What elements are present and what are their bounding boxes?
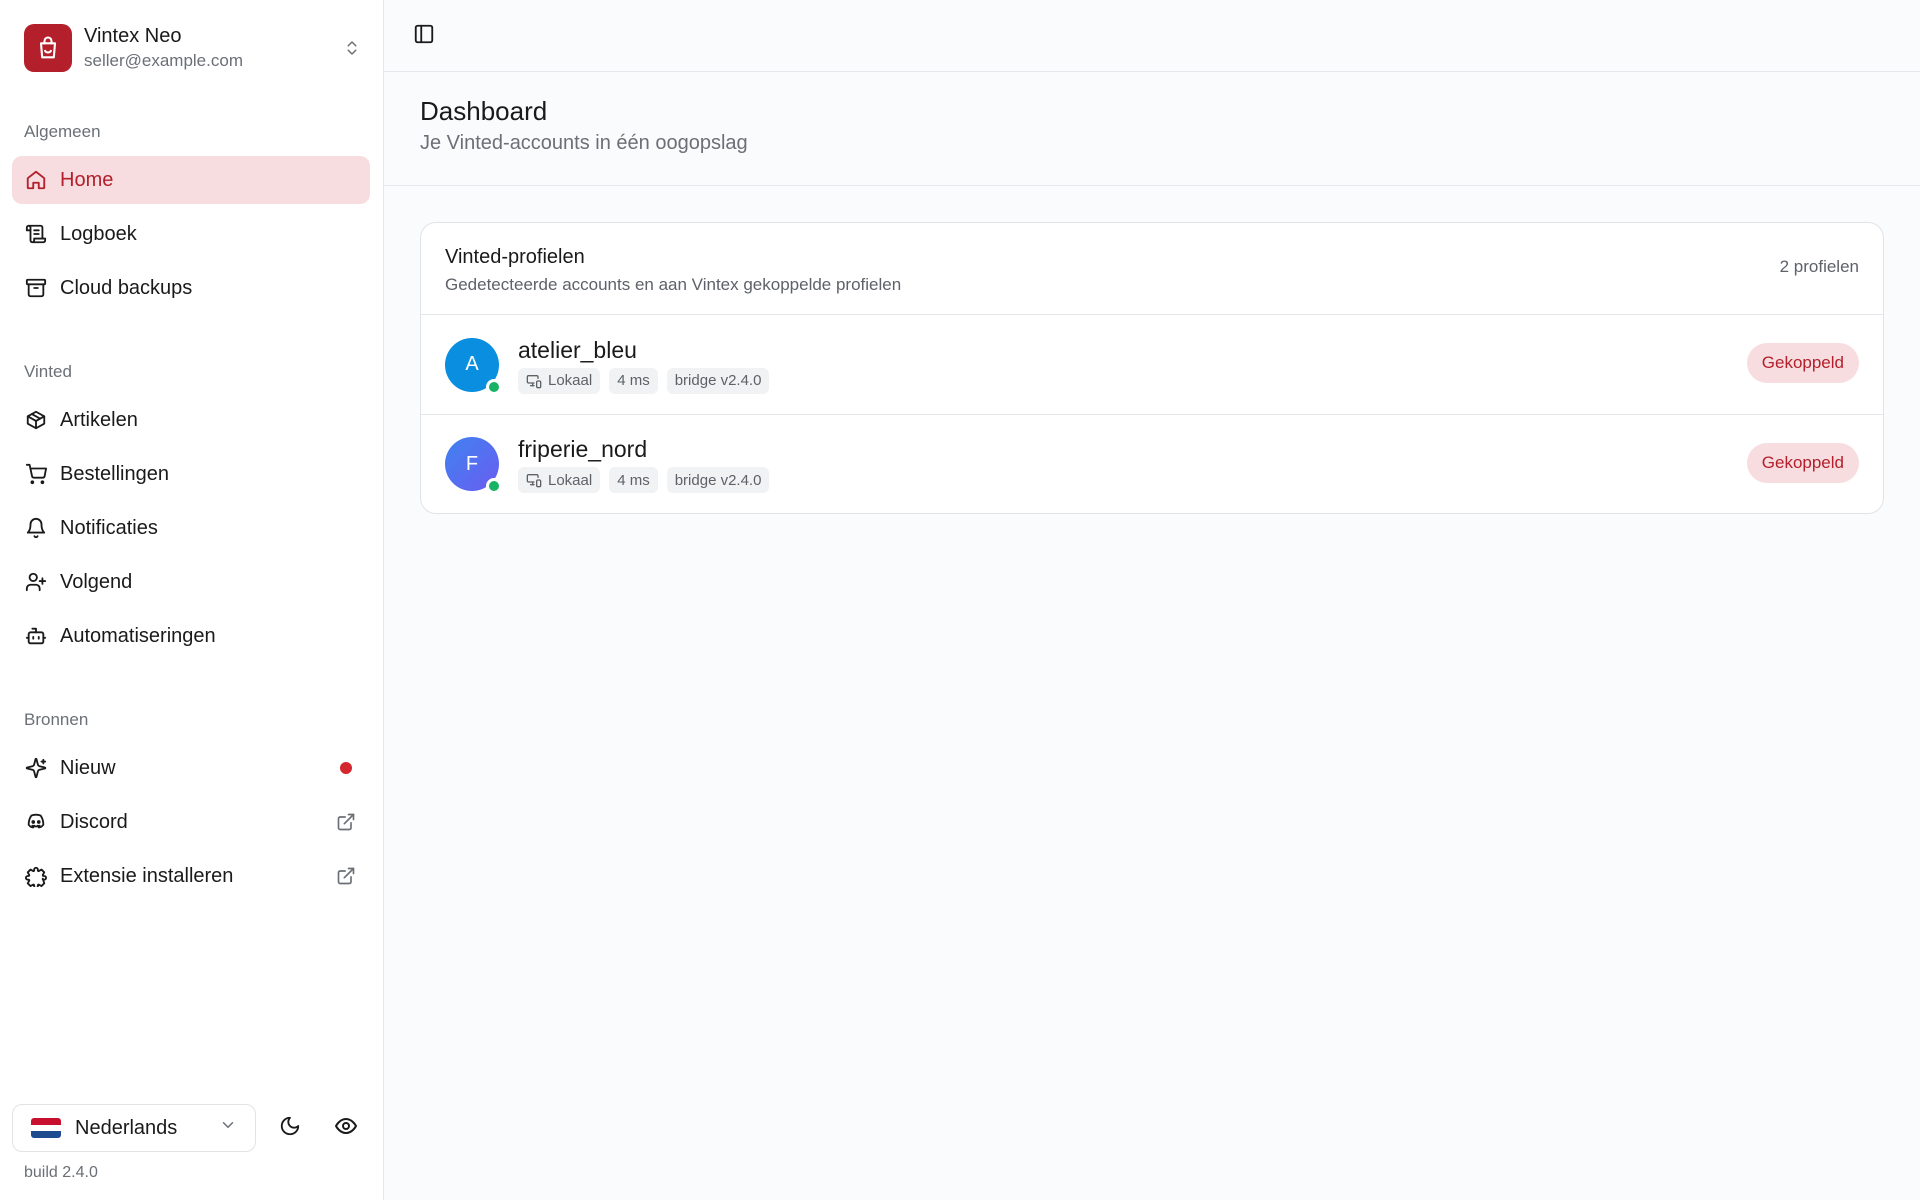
sidebar-item-log[interactable]: Logboek [12, 210, 370, 258]
theme-toggle-button[interactable] [270, 1108, 310, 1148]
chevron-down-icon [219, 1116, 237, 1140]
sidebar-item-new[interactable]: Nieuw [12, 744, 370, 792]
sidebar-item-label: Extensie installeren [60, 864, 234, 887]
avatar: A [445, 337, 502, 395]
shopping-bag-logo-icon [24, 24, 72, 72]
top-bar [384, 0, 1920, 72]
sidebar-item-label: Nieuw [60, 756, 116, 779]
visibility-toggle-button[interactable] [326, 1108, 366, 1148]
sidebar-item-following[interactable]: Volgend [12, 558, 370, 606]
sidebar-item-label: Cloud backups [60, 276, 193, 299]
sidebar-item-notifications[interactable]: Notificaties [12, 504, 370, 552]
build-version: build 2.4.0 [24, 1164, 98, 1181]
profiles-card-header: Vinted-profielen Gedetecteerde accounts … [421, 223, 1883, 315]
profiles-card-title: Vinted-profielen [445, 246, 585, 268]
avatar: F [445, 437, 502, 494]
sidebar-item-discord[interactable]: Discord [12, 798, 370, 846]
sidebar-item-home[interactable]: Home [12, 156, 370, 204]
profile-name: friperie_nord [518, 436, 648, 462]
avatar-initial: F [465, 452, 479, 475]
user-plus-icon [24, 570, 48, 594]
sidebar-item-label: Bestellingen [60, 462, 169, 485]
bot-icon [24, 624, 48, 648]
section-label-vinted: Vinted [24, 362, 72, 381]
bell-icon [24, 516, 48, 540]
sidebar-item-label: Automatiseringen [60, 624, 216, 647]
language-select[interactable]: Nederlands [12, 1104, 256, 1152]
profile-row[interactable]: F friperie_nord Lokaal 4 ms bridge v2.4.… [421, 414, 1883, 513]
package-icon [24, 408, 48, 432]
unread-dot [334, 756, 358, 780]
discord-icon [24, 810, 48, 834]
sidebar-item-label: Artikelen [60, 408, 138, 431]
moon-icon [279, 1115, 301, 1142]
profiles-count: 2 profielen [1779, 257, 1859, 276]
sidebar-item-label: Volgend [60, 570, 133, 593]
sidebar-item-label: Discord [60, 810, 128, 833]
sidebar-item-automations[interactable]: Automatiseringen [12, 612, 370, 660]
panel-left-icon [413, 23, 435, 50]
scroll-text-icon [24, 222, 48, 246]
bridge-version-chip: bridge v2.4.0 [666, 367, 770, 394]
sidebar-item-label: Home [60, 168, 114, 191]
page-header: Dashboard Je Vinted-accounts in één oogo… [384, 72, 1920, 186]
sparkles-icon [24, 756, 48, 780]
sidebar-toggle-button[interactable] [410, 22, 438, 50]
latency-chip: 4 ms [609, 467, 658, 493]
account-name: Vintex Neo [84, 25, 182, 47]
sidebar-item-label: Notificaties [60, 516, 158, 539]
bridge-version-chip: bridge v2.4.0 [666, 467, 770, 493]
devices-icon [526, 374, 542, 388]
avatar-initial: A [465, 353, 479, 375]
language-select-value: Nederlands [75, 1116, 178, 1139]
page-title: Dashboard [420, 96, 548, 126]
online-status-dot [486, 478, 502, 494]
devices-icon [526, 474, 542, 488]
source-chip: Lokaal [518, 467, 601, 493]
chevrons-up-down-icon [340, 36, 364, 60]
sidebar-item-items[interactable]: Artikelen [12, 396, 370, 444]
external-link-icon [334, 864, 358, 888]
netherlands-flag-icon [31, 1118, 61, 1138]
home-icon [24, 168, 48, 192]
section-label-sources: Bronnen [24, 710, 89, 729]
online-status-dot [486, 378, 502, 395]
account-email: seller@example.com [84, 51, 243, 70]
eye-icon [334, 1114, 358, 1143]
profiles-card-description: Gedetecteerde accounts en aan Vintex gek… [445, 275, 902, 294]
profile-name: atelier_bleu [518, 336, 637, 363]
profiles-card: Vinted-profielen Gedetecteerde accounts … [420, 222, 1884, 514]
page-subtitle: Je Vinted-accounts in één oogopslag [420, 132, 748, 154]
section-label-general: Algemeen [24, 122, 101, 141]
sidebar-item-label: Logboek [60, 222, 137, 245]
main-content: Dashboard Je Vinted-accounts in één oogo… [384, 0, 1920, 1200]
profile-row[interactable]: A atelier_bleu Lokaal 4 ms bridge v2.4.0… [421, 315, 1883, 414]
sidebar-item-install-extension[interactable]: Extensie installeren [12, 852, 370, 900]
puzzle-icon [24, 864, 48, 888]
shopping-cart-icon [24, 462, 48, 486]
sidebar-item-orders[interactable]: Bestellingen [12, 450, 370, 498]
sidebar: Vintex Neo seller@example.com Algemeen H… [0, 0, 384, 1200]
source-chip: Lokaal [518, 367, 601, 394]
archive-icon [24, 276, 48, 300]
account-switcher[interactable]: Vintex Neo seller@example.com [24, 24, 364, 72]
external-link-icon [334, 810, 358, 834]
status-badge: Gekoppeld [1746, 343, 1859, 383]
sidebar-item-cloud-backups[interactable]: Cloud backups [12, 264, 370, 312]
status-badge: Gekoppeld [1746, 443, 1859, 483]
latency-chip: 4 ms [609, 367, 658, 394]
